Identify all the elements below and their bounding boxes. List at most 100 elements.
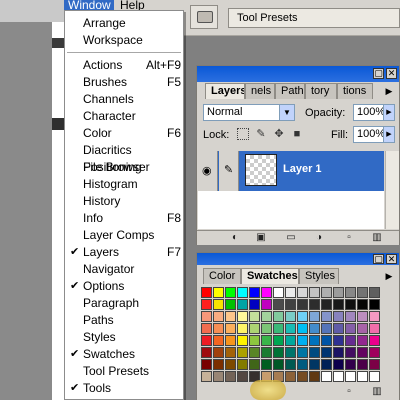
swatch[interactable]	[333, 371, 344, 382]
menu-item-history[interactable]: History	[65, 193, 183, 210]
swatch[interactable]	[309, 335, 320, 346]
swatch[interactable]	[369, 287, 380, 298]
swatch[interactable]	[249, 347, 260, 358]
menu-item-actions[interactable]: Actions Alt+F9	[65, 57, 183, 74]
swatch[interactable]	[237, 335, 248, 346]
swatch[interactable]	[345, 359, 356, 370]
swatch[interactable]	[201, 311, 212, 322]
trash-icon[interactable]: ▥	[371, 386, 383, 398]
swatch[interactable]	[321, 287, 332, 298]
menu-item-paths[interactable]: Paths	[65, 312, 183, 329]
swatch[interactable]	[345, 287, 356, 298]
swatch[interactable]	[237, 311, 248, 322]
swatch[interactable]	[297, 323, 308, 334]
swatch[interactable]	[213, 299, 224, 310]
swatch[interactable]	[201, 287, 212, 298]
swatch[interactable]	[297, 335, 308, 346]
swatch[interactable]	[321, 311, 332, 322]
swatch[interactable]	[297, 287, 308, 298]
menu-item-options[interactable]: ✔ Options	[65, 278, 183, 295]
layer-brush-cell[interactable]: ✎	[219, 151, 239, 191]
menu-item-navigator[interactable]: Navigator	[65, 261, 183, 278]
close-icon[interactable]: ✕	[386, 254, 397, 264]
swatch[interactable]	[261, 299, 272, 310]
swatch[interactable]	[201, 299, 212, 310]
layer-name[interactable]: Layer 1	[283, 163, 322, 175]
swatch[interactable]	[333, 299, 344, 310]
swatch[interactable]	[237, 323, 248, 334]
swatch[interactable]	[333, 347, 344, 358]
palette-menu-arrow-icon[interactable]: ▶	[383, 270, 395, 282]
swatch[interactable]	[357, 299, 368, 310]
layers-scrollbar[interactable]	[385, 151, 399, 229]
menu-item-histogram[interactable]: Histogram	[65, 176, 183, 193]
swatch[interactable]	[369, 323, 380, 334]
tab-swatches[interactable]: Swatches	[241, 268, 299, 284]
tool-presets-tab[interactable]: Tool Presets	[228, 8, 400, 28]
tab-history[interactable]: tory	[305, 83, 337, 99]
menu-item-brushes[interactable]: Brushes F5	[65, 74, 183, 91]
lock-brush-icon[interactable]: ✎	[255, 128, 267, 140]
swatch[interactable]	[321, 359, 332, 370]
adjustment-layer-icon[interactable]: ◑	[313, 232, 325, 244]
fill-field[interactable]: 100% ▶	[353, 126, 395, 143]
swatch[interactable]	[249, 311, 260, 322]
swatch[interactable]	[345, 299, 356, 310]
swatch[interactable]	[225, 371, 236, 382]
swatch[interactable]	[249, 323, 260, 334]
swatch[interactable]	[309, 287, 320, 298]
menu-item-styles[interactable]: Styles	[65, 329, 183, 346]
swatch[interactable]	[273, 335, 284, 346]
blend-mode-select[interactable]: Normal ▼	[203, 104, 295, 121]
swatch[interactable]	[249, 299, 260, 310]
swatch[interactable]	[369, 335, 380, 346]
menu-item-character[interactable]: Character	[65, 108, 183, 125]
swatch[interactable]	[213, 323, 224, 334]
trash-icon[interactable]: ▥	[371, 232, 383, 244]
menu-item-paragraph[interactable]: Paragraph	[65, 295, 183, 312]
swatch[interactable]	[333, 311, 344, 322]
swatch[interactable]	[213, 371, 224, 382]
swatch[interactable]	[345, 335, 356, 346]
swatch[interactable]	[333, 335, 344, 346]
swatch[interactable]	[225, 347, 236, 358]
swatch[interactable]	[213, 335, 224, 346]
swatch[interactable]	[333, 287, 344, 298]
swatch[interactable]	[201, 371, 212, 382]
swatch[interactable]	[285, 335, 296, 346]
swatch[interactable]	[201, 335, 212, 346]
lock-all-icon[interactable]: ■	[291, 128, 303, 140]
swatch[interactable]	[237, 287, 248, 298]
swatch[interactable]	[237, 347, 248, 358]
swatch[interactable]	[225, 335, 236, 346]
swatch[interactable]	[357, 371, 368, 382]
menu-item-tools[interactable]: ✔ Tools	[65, 380, 183, 397]
swatch[interactable]	[261, 287, 272, 298]
opacity-field[interactable]: 100% ▶	[353, 104, 395, 121]
swatch[interactable]	[225, 311, 236, 322]
swatch[interactable]	[357, 347, 368, 358]
swatch[interactable]	[285, 347, 296, 358]
swatch[interactable]	[237, 371, 248, 382]
swatch[interactable]	[309, 323, 320, 334]
menu-item-tool-presets[interactable]: Tool Presets	[65, 363, 183, 380]
menu-item-workspace[interactable]: Workspace	[65, 32, 183, 49]
new-group-icon[interactable]: ▭	[285, 232, 297, 244]
swatch[interactable]	[261, 311, 272, 322]
swatch[interactable]	[357, 311, 368, 322]
swatch[interactable]	[369, 299, 380, 310]
palette-well-button[interactable]	[190, 5, 218, 29]
swatch[interactable]	[213, 359, 224, 370]
swatch[interactable]	[273, 311, 284, 322]
minimize-icon[interactable]: ▢	[373, 68, 384, 79]
swatch[interactable]	[321, 335, 332, 346]
tab-styles[interactable]: Styles	[299, 268, 339, 284]
menu-item-file-browser[interactable]: File Browser	[65, 159, 183, 176]
swatch[interactable]	[273, 323, 284, 334]
swatch[interactable]	[225, 299, 236, 310]
menu-item-arrange[interactable]: Arrange	[65, 15, 183, 32]
swatch[interactable]	[321, 347, 332, 358]
tab-layers[interactable]: Layers	[205, 83, 245, 99]
menu-item-swatches[interactable]: ✔ Swatches	[65, 346, 183, 363]
menu-item-color[interactable]: Color F6	[65, 125, 183, 142]
